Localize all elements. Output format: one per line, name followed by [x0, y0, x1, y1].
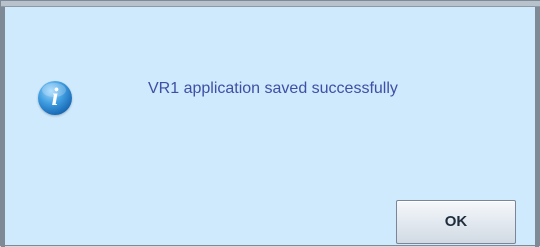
- dialog-left-edge: [1, 7, 5, 247]
- dialog-message: VR1 application saved successfully: [148, 80, 398, 97]
- ok-button[interactable]: OK: [396, 200, 516, 244]
- info-icon: i: [38, 81, 72, 115]
- info-dialog: i VR1 application saved successfully OK: [0, 0, 540, 247]
- info-icon-glyph: i: [51, 84, 59, 111]
- dialog-top-edge: [1, 1, 540, 7]
- dialog-right-edge: [535, 7, 539, 247]
